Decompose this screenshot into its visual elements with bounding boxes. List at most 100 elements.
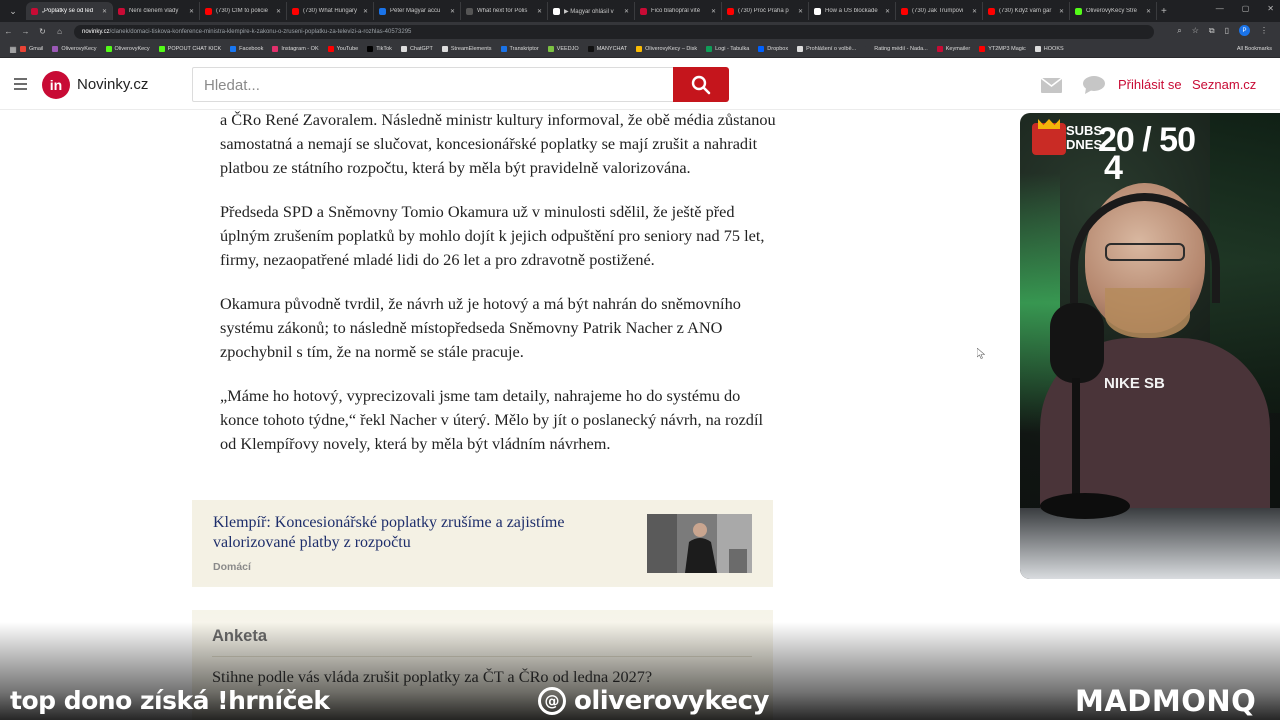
logo-badge[interactable]: in bbox=[42, 71, 70, 99]
related-article-thumbnail[interactable] bbox=[647, 514, 752, 573]
toolbar-right: ⌕ ☆ ⧉ ▯ P ⋮ bbox=[1177, 25, 1268, 36]
close-window-icon[interactable]: ✕ bbox=[1267, 4, 1274, 13]
back-icon[interactable]: ← bbox=[0, 27, 17, 36]
browser-tab[interactable]: (730) What Hungary ✕ bbox=[287, 2, 374, 20]
bookmark-star-icon[interactable]: ☆ bbox=[1192, 26, 1199, 35]
tab-close-icon[interactable]: ✕ bbox=[102, 8, 107, 15]
profile-avatar[interactable]: P bbox=[1239, 25, 1250, 36]
all-bookmarks[interactable]: All Bookmarks bbox=[1237, 46, 1272, 52]
sidebar-icon[interactable]: ▯ bbox=[1225, 26, 1229, 35]
tab-favicon-icon bbox=[988, 7, 995, 15]
forward-icon[interactable]: → bbox=[17, 27, 34, 36]
article-paragraph: Předseda SPD a Sněmovny Tomio Okamura už… bbox=[220, 202, 765, 269]
browser-tab[interactable]: „Poplatky se od led ✕ bbox=[26, 2, 113, 20]
tab-close-icon[interactable]: ✕ bbox=[276, 8, 281, 15]
browser-tab[interactable]: (730) ČÍM to policie ✕ bbox=[200, 2, 287, 20]
mouse-cursor-icon bbox=[976, 346, 986, 364]
maximize-icon[interactable]: ▢ bbox=[1242, 4, 1250, 13]
bookmark-item[interactable]: Facebook bbox=[230, 46, 263, 52]
new-tab-button[interactable]: + bbox=[1161, 6, 1167, 17]
bookmark-item[interactable]: OliverovyKecy – Disk bbox=[636, 46, 697, 52]
overlay-sponsor: MADMONQ bbox=[1075, 684, 1257, 718]
bookmark-item[interactable]: StreamElements bbox=[441, 46, 492, 52]
browser-tab[interactable]: What next for Polis ✕ bbox=[461, 2, 548, 20]
zoom-icon[interactable]: ⌕ bbox=[1177, 26, 1181, 36]
tab-close-icon[interactable]: ✕ bbox=[798, 8, 803, 15]
bookmark-item[interactable]: HOOKS bbox=[1034, 46, 1064, 52]
tab-favicon-icon bbox=[814, 7, 821, 15]
bookmark-item[interactable]: Dropbox bbox=[758, 46, 788, 52]
bookmark-label: VEEDJO bbox=[556, 46, 579, 52]
bookmark-item[interactable]: POPOUT CHAT KICK bbox=[158, 46, 221, 52]
tab-close-icon[interactable]: ✕ bbox=[1146, 8, 1151, 15]
tab-favicon-icon bbox=[292, 7, 299, 15]
bookmark-item[interactable]: YouTube bbox=[327, 46, 358, 52]
address-bar[interactable]: novinky.cz/clanek/domaci-tiskova-konfere… bbox=[74, 24, 1154, 39]
tab-title: (730) Jak Trumpovi bbox=[912, 8, 964, 14]
bookmark-label: Prohlášení o volbě... bbox=[806, 46, 857, 52]
browser-tab[interactable]: OliverovyKecy Stre ✕ bbox=[1070, 2, 1157, 20]
hamburger-menu-icon[interactable] bbox=[14, 78, 27, 93]
chat-icon[interactable] bbox=[1083, 76, 1105, 99]
crown-logo-icon bbox=[1032, 123, 1066, 155]
bookmark-label: MANYCHAT bbox=[596, 46, 628, 52]
subs-label-line1: SUBS bbox=[1066, 123, 1103, 138]
bookmark-item[interactable]: Transkriptor bbox=[500, 46, 539, 52]
tab-title: Fico blahopřál vítě bbox=[651, 8, 701, 14]
seznam-link[interactable]: Seznam.cz bbox=[1192, 77, 1256, 92]
subs-sub-count: 4 bbox=[1104, 149, 1123, 187]
home-icon[interactable]: ⌂ bbox=[51, 27, 68, 36]
bookmark-item[interactable]: Gmail bbox=[20, 46, 43, 52]
tab-search-icon[interactable]: ⌄ bbox=[4, 2, 22, 20]
browser-tab[interactable]: (730) Jak Trumpovi ✕ bbox=[896, 2, 983, 20]
overlay-donation-text: top dono získá !hrníček bbox=[10, 686, 330, 715]
tab-close-icon[interactable]: ✕ bbox=[972, 8, 977, 15]
related-article-card[interactable]: Klempíř: Koncesionářské poplatky zrušíme… bbox=[192, 500, 773, 587]
tab-close-icon[interactable]: ✕ bbox=[450, 8, 455, 15]
browser-tab[interactable]: ▶ Magyar ohlásil v ✕ bbox=[548, 2, 635, 20]
bookmark-favicon-icon bbox=[441, 46, 448, 52]
extensions-icon[interactable]: ⧉ bbox=[1209, 26, 1215, 36]
tab-close-icon[interactable]: ✕ bbox=[885, 8, 890, 15]
logo-text[interactable]: Novinky.cz bbox=[77, 76, 148, 93]
tab-title: ▶ Magyar ohlásil v bbox=[564, 8, 614, 15]
url-host: novinky.cz bbox=[82, 28, 110, 35]
browser-tab[interactable]: (730) Když vám gar ✕ bbox=[983, 2, 1070, 20]
bookmark-label: HOOKS bbox=[1043, 46, 1064, 52]
tab-close-icon[interactable]: ✕ bbox=[711, 8, 716, 15]
bookmark-item[interactable]: YT2MP3 Magic bbox=[979, 46, 1026, 52]
bookmark-label: Keymailer bbox=[945, 46, 971, 52]
tab-close-icon[interactable]: ✕ bbox=[1059, 8, 1064, 15]
related-article-title[interactable]: Klempíř: Koncesionářské poplatky zrušíme… bbox=[213, 513, 618, 553]
search-button[interactable] bbox=[673, 67, 729, 102]
tab-close-icon[interactable]: ✕ bbox=[189, 8, 194, 15]
browser-tab[interactable]: Péter Magyar accu ✕ bbox=[374, 2, 461, 20]
bookmark-item[interactable]: VEEDJO bbox=[547, 46, 579, 52]
bookmark-item[interactable]: Instagram - OK bbox=[272, 46, 319, 52]
reload-icon[interactable]: ↻ bbox=[34, 27, 51, 36]
bookmark-item[interactable]: MANYCHAT bbox=[587, 46, 628, 52]
browser-tab[interactable]: (730) Proč Praha p ✕ bbox=[722, 2, 809, 20]
browser-tab-strip: ⌄ „Poplatky se od led ✕ Není členem vlády ✕… bbox=[0, 0, 1280, 22]
mail-icon[interactable] bbox=[1040, 77, 1063, 98]
minimize-icon[interactable]: — bbox=[1216, 4, 1224, 13]
bookmark-item[interactable]: OliverovyKecy bbox=[105, 46, 150, 52]
browser-tab[interactable]: Fico blahopřál vítě ✕ bbox=[635, 2, 722, 20]
bookmark-item[interactable]: ChatGPT bbox=[400, 46, 433, 52]
bookmark-item[interactable]: OliverovyKecy bbox=[52, 46, 97, 52]
tab-close-icon[interactable]: ✕ bbox=[624, 8, 629, 15]
tab-favicon-icon bbox=[118, 7, 125, 15]
bookmark-item[interactable]: Prohlášení o volbě... bbox=[797, 46, 856, 52]
bookmark-item[interactable]: Rating médií - Nada... bbox=[865, 46, 928, 52]
bookmark-item[interactable]: TikTok bbox=[367, 46, 392, 52]
menu-icon[interactable]: ⋮ bbox=[1260, 26, 1268, 35]
tab-close-icon[interactable]: ✕ bbox=[537, 8, 542, 15]
bookmark-item[interactable]: Logi - Tabulka bbox=[706, 46, 749, 52]
tab-close-icon[interactable]: ✕ bbox=[363, 8, 368, 15]
login-link[interactable]: Přihlásit se bbox=[1118, 77, 1182, 92]
bookmark-item[interactable]: Keymailer bbox=[936, 46, 971, 52]
search-input[interactable]: Hledat... bbox=[192, 67, 674, 102]
browser-tab[interactable]: How a US blockade ✕ bbox=[809, 2, 896, 20]
apps-grid-icon[interactable]: ▦ bbox=[6, 45, 20, 54]
browser-tab[interactable]: Není členem vlády ✕ bbox=[113, 2, 200, 20]
